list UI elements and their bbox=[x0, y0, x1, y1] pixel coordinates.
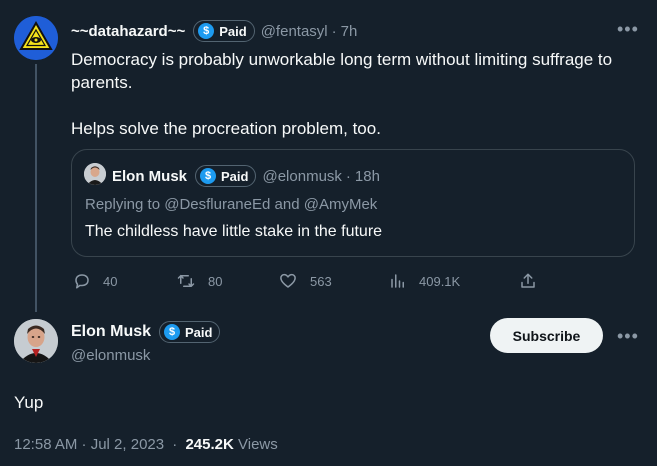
quoted-author-display-name: Elon Musk bbox=[112, 167, 188, 185]
more-icon[interactable]: ••• bbox=[617, 20, 639, 38]
avatar-elonmusk-small bbox=[84, 163, 106, 185]
reply-header: Elon Musk $ Paid bbox=[71, 319, 226, 345]
hazard-logo-icon bbox=[14, 16, 58, 60]
badge-label: Paid bbox=[185, 324, 213, 340]
avatar-elonmusk[interactable] bbox=[14, 319, 58, 363]
views-chart-icon bbox=[391, 274, 404, 288]
author-handle[interactable]: @fentasyl bbox=[261, 23, 328, 40]
reply-author-handle[interactable]: @elonmusk bbox=[71, 347, 150, 364]
verified-dollar-icon: $ bbox=[164, 324, 181, 340]
reply-action[interactable]: 40 bbox=[73, 272, 117, 290]
reply-timestamp[interactable]: 12:58 AM · Jul 2, 2023 bbox=[14, 436, 164, 453]
reply-text: Yup bbox=[14, 393, 44, 412]
share-action[interactable] bbox=[519, 272, 537, 290]
paid-badge[interactable]: $ Paid bbox=[159, 321, 221, 343]
verified-dollar-icon: $ bbox=[198, 23, 215, 39]
reply-icon bbox=[75, 274, 89, 289]
tweet-time[interactable]: 7h bbox=[341, 23, 358, 40]
tweet-text-line: Helps solve the procreation problem, too… bbox=[71, 119, 381, 138]
views-count: 409.1K bbox=[419, 273, 461, 289]
reply-views-label: Views bbox=[238, 436, 278, 453]
share-icon bbox=[521, 273, 535, 288]
replying-and: and bbox=[274, 196, 300, 213]
separator-dot: · bbox=[172, 436, 178, 453]
retweet-action[interactable]: 80 bbox=[176, 272, 222, 290]
reply-views-count: 245.2K bbox=[185, 436, 234, 453]
replying-user-link[interactable]: @DesfluraneEd bbox=[164, 196, 270, 213]
retweet-count: 80 bbox=[208, 273, 223, 289]
tweet-thread: ~~datahazard~~ $ Paid @fentasyl · 7h •••… bbox=[0, 0, 657, 466]
tweet-text-line: Democracy is probably unworkable long te… bbox=[71, 50, 613, 92]
author-display-name[interactable]: ~~datahazard~~ bbox=[71, 23, 185, 40]
quoted-author-handle: @elonmusk bbox=[262, 167, 342, 185]
reply-author-display-name[interactable]: Elon Musk bbox=[71, 323, 151, 341]
more-icon[interactable]: ••• bbox=[617, 327, 639, 345]
replying-user-link[interactable]: @AmyMek bbox=[304, 196, 378, 213]
paid-badge[interactable]: $ Paid bbox=[193, 20, 255, 42]
paid-badge: $ Paid bbox=[195, 165, 257, 187]
badge-label: Paid bbox=[219, 23, 247, 39]
separator-dot: · bbox=[345, 167, 351, 185]
verified-dollar-icon: $ bbox=[200, 168, 217, 184]
replying-prefix: Replying to bbox=[85, 196, 161, 213]
quoted-tweet-time: 18h bbox=[354, 167, 380, 185]
tweet-text: Democracy is probably unworkable long te… bbox=[71, 48, 641, 140]
views-action[interactable]: 409.1K bbox=[389, 272, 460, 290]
tweet-header: ~~datahazard~~ $ Paid @fentasyl · 7h bbox=[71, 18, 357, 44]
heart-icon bbox=[280, 273, 296, 288]
avatar-datahazard[interactable] bbox=[14, 16, 58, 60]
reply-meta: 12:58 AM · Jul 2, 2023 · 245.2K Views bbox=[14, 436, 278, 453]
retweet-icon bbox=[177, 274, 195, 287]
quoted-tweet-text: The childless have little stake in the f… bbox=[85, 223, 383, 240]
thread-connector-line bbox=[35, 64, 37, 312]
portrait-icon bbox=[14, 319, 58, 363]
badge-label: Paid bbox=[221, 168, 249, 184]
like-count: 563 bbox=[310, 273, 332, 289]
tweet-action-bar: 40 80 563 409.1K bbox=[71, 272, 551, 292]
subscribe-button[interactable]: Subscribe bbox=[490, 318, 603, 353]
separator-dot: · bbox=[331, 22, 337, 40]
like-action[interactable]: 563 bbox=[278, 272, 332, 290]
replying-to-line: Replying to @DesfluraneEd and @AmyMek bbox=[85, 196, 377, 213]
quoted-tweet-card[interactable]: Elon Musk $ Paid @elonmusk · 18h Replyin… bbox=[71, 149, 635, 257]
reply-count: 40 bbox=[103, 273, 118, 289]
portrait-icon bbox=[84, 163, 106, 185]
quoted-tweet-header: Elon Musk $ Paid @elonmusk · 18h bbox=[112, 163, 380, 189]
